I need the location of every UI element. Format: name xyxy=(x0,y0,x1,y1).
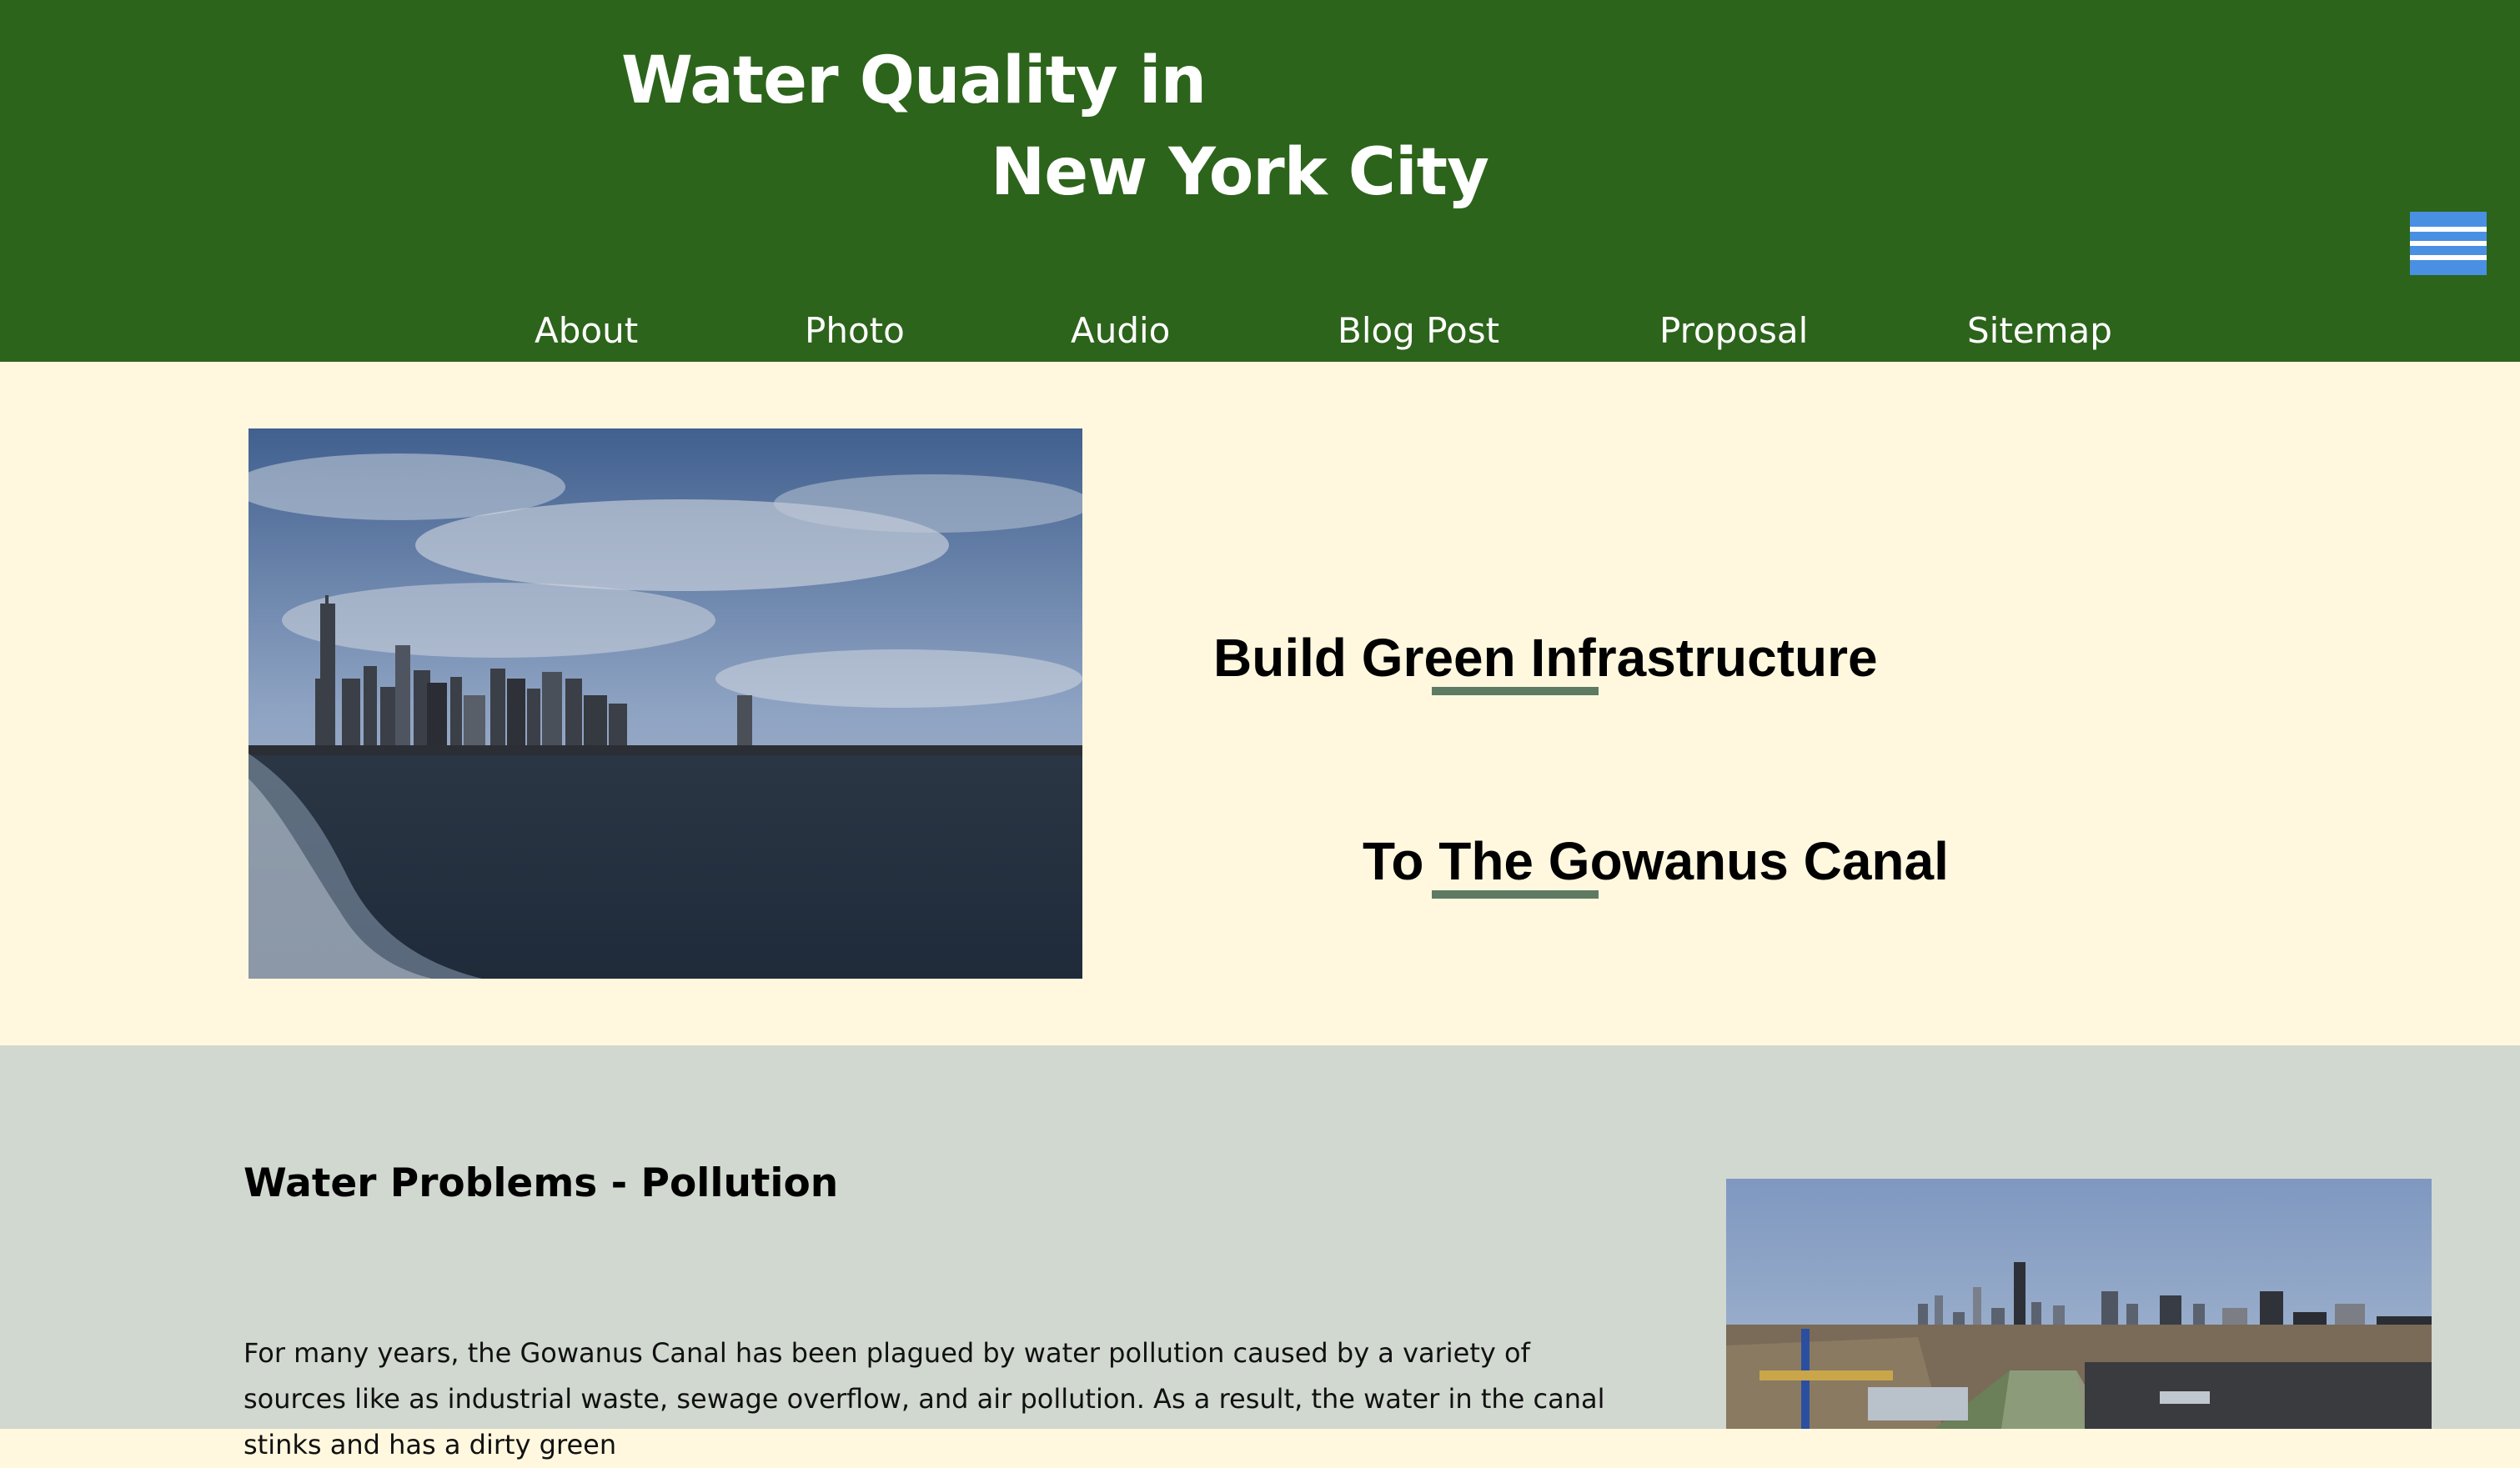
gowanus-canal-photo xyxy=(1726,1179,2432,1429)
headline-underline xyxy=(1432,890,1599,899)
manhattan-skyline-photo xyxy=(248,428,1082,979)
hero-headline-line2: To The Gowanus Canal xyxy=(1363,831,1949,891)
nav-item-photo[interactable]: Photo xyxy=(805,310,905,351)
menu-bar xyxy=(2410,255,2487,260)
menu-bar xyxy=(2410,241,2487,246)
nav-item-audio[interactable]: Audio xyxy=(1071,310,1170,351)
nav-item-blog-post[interactable]: Blog Post xyxy=(1338,310,1499,351)
section-title: Water Problems - Pollution xyxy=(243,1160,839,1206)
section-body-text: For many years, the Gowanus Canal has be… xyxy=(243,1337,1605,1460)
nav-item-sitemap[interactable]: Sitemap xyxy=(1967,310,2112,351)
nav-item-about[interactable]: About xyxy=(535,310,638,351)
hero-headline-line1: Build Green Infrastructure xyxy=(1213,628,1878,688)
site-title-line1: Water Quality in xyxy=(621,43,1207,118)
headline-underline xyxy=(1432,687,1599,695)
nav-item-proposal[interactable]: Proposal xyxy=(1659,310,1808,351)
hamburger-menu-icon[interactable] xyxy=(2410,212,2487,275)
site-title-line2: New York City xyxy=(991,135,1489,210)
menu-bar xyxy=(2410,227,2487,232)
